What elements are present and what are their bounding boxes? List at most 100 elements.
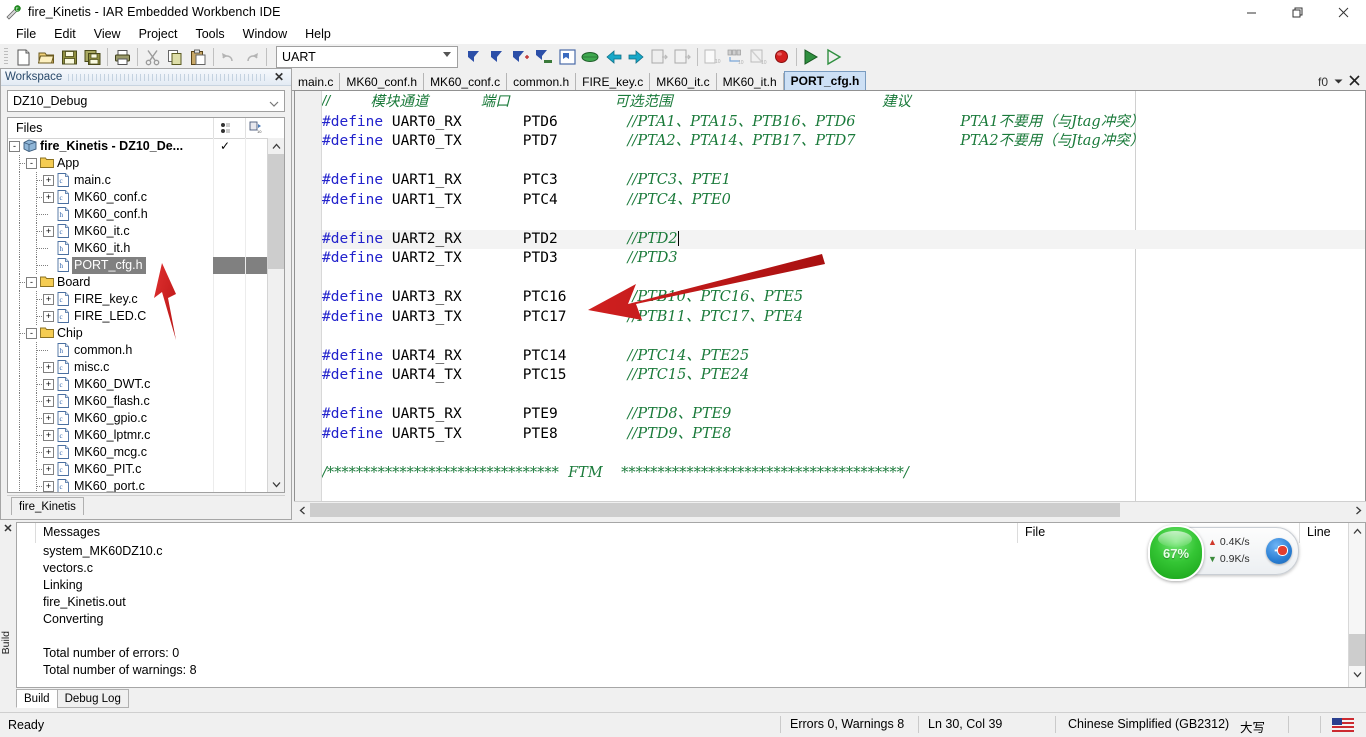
editor-tab-mk60-conf-c[interactable]: MK60_conf.c (424, 73, 508, 90)
expand-toggle-icon[interactable]: + (43, 447, 54, 458)
expand-toggle-icon[interactable]: + (43, 430, 54, 441)
tree-item-board[interactable]: - Board (8, 274, 268, 291)
options-icon[interactable]: 10 (249, 121, 263, 137)
close-button[interactable] (1320, 0, 1366, 24)
scroll-down-icon[interactable] (1349, 666, 1365, 682)
maximize-button[interactable] (1274, 0, 1320, 24)
tab-build[interactable]: Build (16, 689, 58, 708)
tree-item-mk60-port-c[interactable]: + c MK60_port.c (8, 478, 268, 492)
compile-icon[interactable] (648, 46, 671, 68)
find-next-icon[interactable] (464, 46, 487, 68)
workspace-close-icon[interactable]: ✕ (271, 70, 287, 84)
expand-toggle-icon[interactable]: + (43, 311, 54, 322)
overview-icon[interactable] (219, 121, 233, 137)
menu-view[interactable]: View (85, 25, 130, 43)
collapse-toggle-icon[interactable]: - (9, 141, 20, 152)
scroll-up-icon[interactable] (268, 138, 284, 154)
editor-gutter[interactable] (295, 91, 322, 501)
tree-item-mk60-dwt-c[interactable]: + c MK60_DWT.c (8, 376, 268, 393)
tree-vertical-scrollbar[interactable] (267, 138, 284, 492)
tree-item-mk60-conf-h[interactable]: h MK60_conf.h (8, 206, 268, 223)
tab-debug-log[interactable]: Debug Log (56, 689, 129, 708)
build-message-row[interactable]: Total number of errors: 0 (43, 645, 197, 662)
editor-horizontal-scrollbar[interactable] (294, 501, 1366, 518)
replace-icon[interactable] (533, 46, 556, 68)
expand-toggle-icon[interactable]: + (43, 226, 54, 237)
tree-item-fire-key-c[interactable]: + c FIRE_key.c (8, 291, 268, 308)
save-all-icon[interactable] (81, 46, 104, 68)
save-icon[interactable] (58, 46, 81, 68)
editor-tab-mk60-conf-h[interactable]: MK60_conf.h (340, 73, 425, 90)
expand-toggle-icon[interactable]: + (43, 362, 54, 373)
build-message-row[interactable]: system_MK60DZ10.c (43, 543, 197, 560)
menu-project[interactable]: Project (130, 25, 187, 43)
tree-item-fire-kinetis-dz10-de[interactable]: - fire_Kinetis - DZ10_De... ✓ (8, 138, 268, 155)
batch-build-icon[interactable]: 10 (724, 46, 747, 68)
close-icon[interactable] (1349, 75, 1364, 89)
toggle-bookmark-icon[interactable] (579, 46, 602, 68)
tree-item-mk60-flash-c[interactable]: + c MK60_flash.c (8, 393, 268, 410)
collapse-toggle-icon[interactable]: - (26, 277, 37, 288)
make-icon[interactable] (671, 46, 694, 68)
network-speed-widget[interactable]: 67% ▲ 0.4K/s ▼ 0.9K/s + (1148, 525, 1299, 581)
editor-tab-main-c[interactable]: main.c (292, 73, 341, 90)
build-message-row[interactable]: Total number of warnings: 8 (43, 662, 197, 679)
build-message-row[interactable] (43, 628, 197, 645)
build-vertical-scrollbar[interactable] (1348, 523, 1365, 687)
menu-window[interactable]: Window (234, 25, 296, 43)
open-folder-icon[interactable] (35, 46, 58, 68)
expand-toggle-icon[interactable]: + (43, 294, 54, 305)
tree-item-main-c[interactable]: + c main.c (8, 172, 268, 189)
minimize-button[interactable] (1228, 0, 1274, 24)
memory-usage-gauge[interactable]: 67% (1148, 525, 1204, 581)
editor-tab-common-h[interactable]: common.h (507, 73, 577, 90)
us-flag-icon[interactable] (1332, 718, 1354, 735)
scroll-down-icon[interactable] (268, 476, 284, 492)
chevron-down-icon[interactable] (269, 97, 279, 107)
tree-item-mk60-it-c[interactable]: + c MK60_it.c (8, 223, 268, 240)
tree-item-mk60-conf-c[interactable]: + c MK60_conf.c (8, 189, 268, 206)
build-configuration-dropdown[interactable]: DZ10_Debug (7, 90, 285, 112)
print-icon[interactable] (111, 46, 134, 68)
menu-tools[interactable]: Tools (186, 25, 233, 43)
editor-tab-fire-key-c[interactable]: FIRE_key.c (576, 73, 651, 90)
goto-bookmark-icon[interactable] (556, 46, 579, 68)
navigate-forward-icon[interactable] (625, 46, 648, 68)
cut-icon[interactable] (141, 46, 164, 68)
menu-edit[interactable]: Edit (45, 25, 85, 43)
scroll-left-icon[interactable] (294, 503, 310, 518)
tree-item-mk60-gpio-c[interactable]: + c MK60_gpio.c (8, 410, 268, 427)
expand-toggle-icon[interactable]: + (43, 481, 54, 492)
paste-icon[interactable] (187, 46, 210, 68)
new-document-icon[interactable] (12, 46, 35, 68)
quick-search-combo[interactable]: UART (276, 46, 458, 68)
hscroll-thumb[interactable] (310, 503, 1120, 517)
build-message-row[interactable]: Converting (43, 611, 197, 628)
copy-icon[interactable] (164, 46, 187, 68)
tree-item-mk60-pit-c[interactable]: + c MK60_PIT.c (8, 461, 268, 478)
editor-source-text[interactable]: // 模块通道 端口 可选范围 建议 #define UART0_RX PTD6 … (322, 91, 1365, 501)
editor-tab-mk60-it-c[interactable]: MK60_it.c (650, 73, 717, 90)
undo-icon[interactable] (217, 46, 240, 68)
tree-item-chip[interactable]: - Chip (8, 325, 268, 342)
workspace-tab-fire-kinetis[interactable]: fire_Kinetis (11, 497, 84, 515)
scroll-right-icon[interactable] (1350, 503, 1366, 518)
build-message-row[interactable]: vectors.c (43, 560, 197, 577)
navigate-backward-icon[interactable] (602, 46, 625, 68)
collapse-toggle-icon[interactable]: - (26, 158, 37, 169)
editor-tab-mk60-it-h[interactable]: MK60_it.h (716, 73, 784, 90)
collapse-toggle-icon[interactable]: - (26, 328, 37, 339)
expand-toggle-icon[interactable]: + (43, 464, 54, 475)
download-and-debug-icon[interactable] (800, 46, 823, 68)
expand-toggle-icon[interactable]: + (43, 379, 54, 390)
project-tree[interactable]: Files 10 - fire_Kinetis - DZ10_De... ✓ - App… (7, 117, 285, 493)
scroll-up-icon[interactable] (1349, 523, 1365, 539)
expand-toggle-icon[interactable]: + (43, 175, 54, 186)
tree-item-port-cfg-h[interactable]: h PORT_cfg.h (8, 257, 268, 274)
tree-item-misc-c[interactable]: + c misc.c (8, 359, 268, 376)
expand-plus-button[interactable]: + (1266, 538, 1292, 564)
tree-item-fire-led-c[interactable]: + c FIRE_LED.C (8, 308, 268, 325)
tree-item-mk60-it-h[interactable]: h MK60_it.h (8, 240, 268, 257)
tree-item-app[interactable]: - App (8, 155, 268, 172)
expand-toggle-icon[interactable]: + (43, 192, 54, 203)
